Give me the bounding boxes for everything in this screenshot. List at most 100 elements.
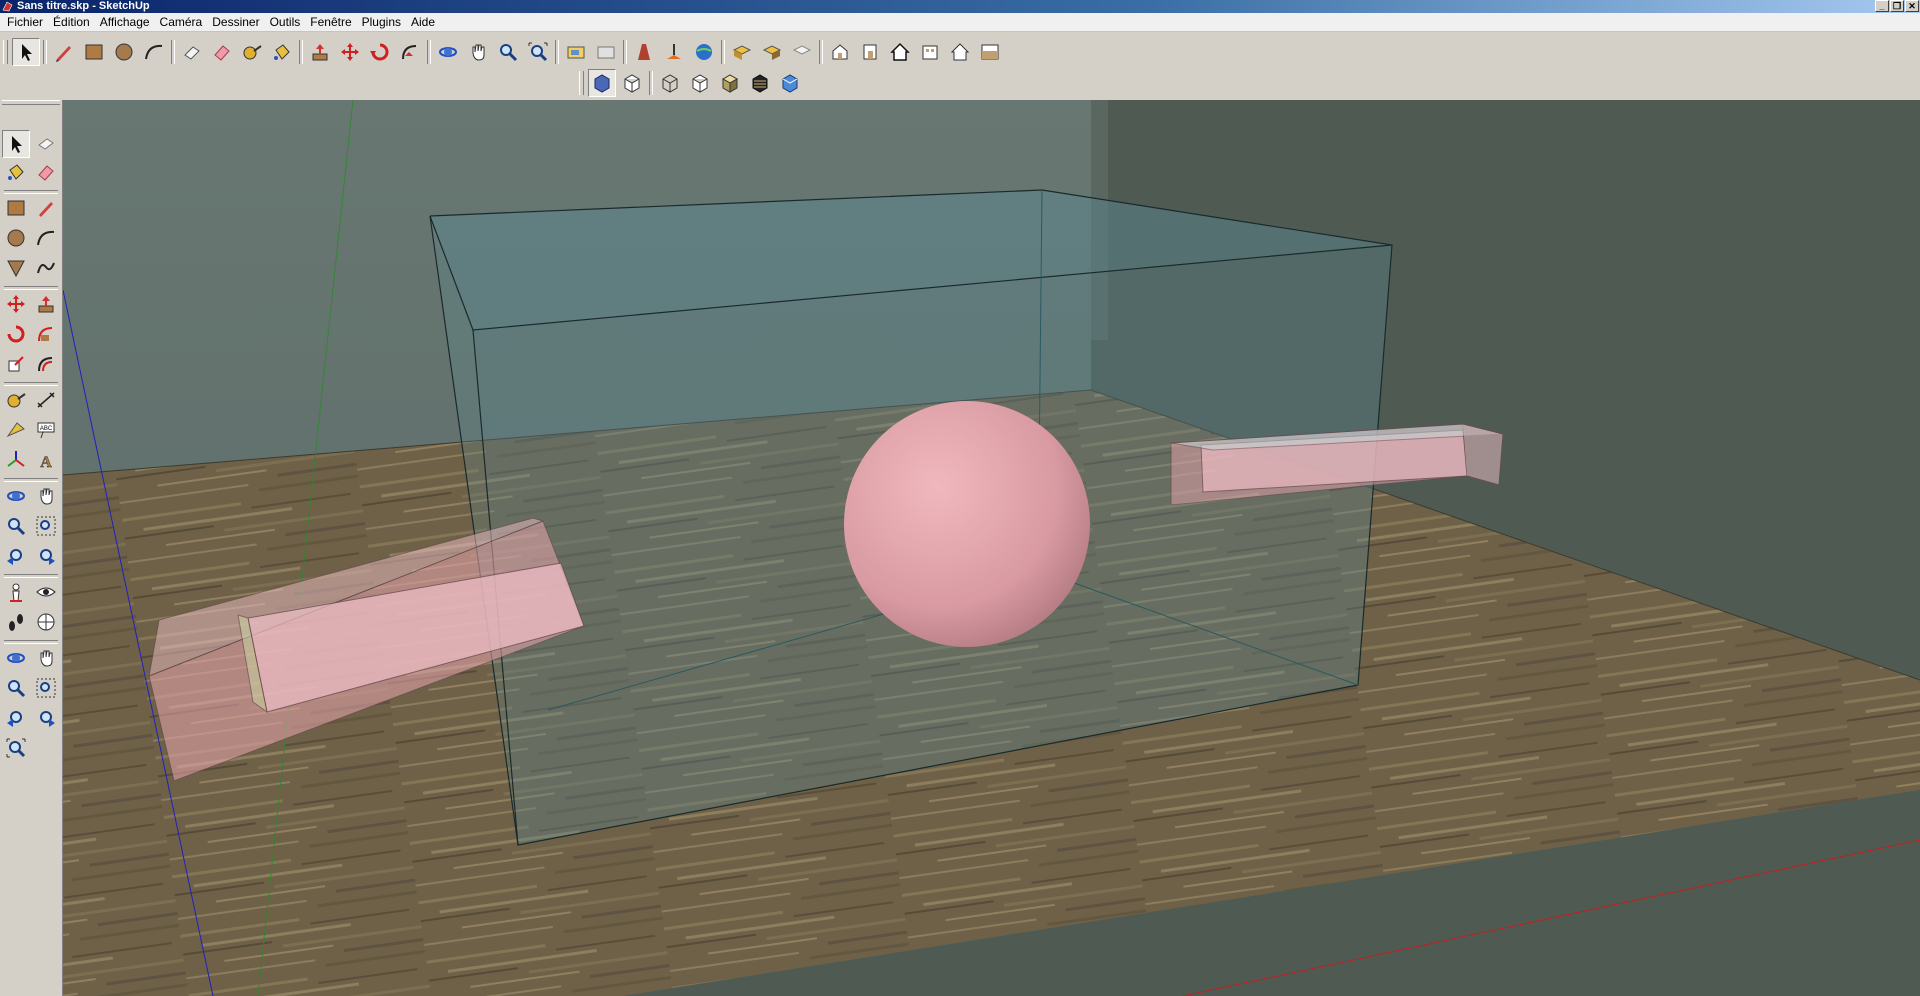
left-3d-text-button[interactable]: A [32,446,60,474]
menu-fenetre[interactable]: Fenêtre [305,13,356,32]
left-look-around-button[interactable] [32,578,60,606]
toolbar-separator [721,40,725,64]
left-axes-button[interactable] [2,446,30,474]
left-push-pull-button[interactable] [32,290,60,318]
left-text-button[interactable]: ABC [32,416,60,444]
paint-bucket-button[interactable] [268,38,296,66]
components-button[interactable] [728,38,756,66]
left-offset-button[interactable] [32,350,60,378]
left-zoom-window-2-button[interactable] [32,674,60,702]
left-line-button[interactable] [32,194,60,222]
minimize-button[interactable]: _ [1875,0,1889,12]
make-component-button[interactable] [178,38,206,66]
push-pull-icon [38,296,54,313]
share-model-button[interactable] [592,38,620,66]
pan-button[interactable] [464,38,492,66]
push-pull-button[interactable] [306,38,334,66]
menu-outils[interactable]: Outils [265,13,306,32]
left-zoom-window-button[interactable] [32,512,60,540]
line-icon [39,202,53,217]
left-position-camera-button[interactable] [2,578,30,606]
left-previous-2-button[interactable] [32,704,60,732]
menu-camera[interactable]: Caméra [155,13,208,32]
menu-edition[interactable]: Édition [48,13,95,32]
pencil-icon [56,46,71,62]
share-component-button[interactable] [758,38,786,66]
toolbar-separator [299,40,303,64]
3d-viewport[interactable] [63,100,1920,996]
iso-view-button[interactable] [826,38,854,66]
toggle-terrain-button[interactable] [660,38,688,66]
menu-aide[interactable]: Aide [406,13,440,32]
left-view-button[interactable] [946,38,974,66]
left-make-component-button[interactable] [32,130,60,158]
left-follow-me-button[interactable] [32,320,60,348]
left-orbit-2-button[interactable] [2,644,30,672]
left-polygon-button[interactable] [2,254,30,282]
left-move-button[interactable] [2,290,30,318]
left-walk-button[interactable] [2,608,30,636]
left-scale-button[interactable] [2,350,30,378]
rotate-tool-button[interactable] [366,38,394,66]
hidden-line-button[interactable] [686,69,714,97]
back-view-button[interactable] [916,38,944,66]
get-current-view-button[interactable] [630,38,658,66]
front-view-button[interactable] [856,38,884,66]
close-button[interactable]: ✕ [1905,0,1919,12]
eraser-tool-button[interactable] [208,38,236,66]
pencil-tool-button[interactable] [50,38,78,66]
left-zoom-button[interactable] [2,512,30,540]
left-circle-button[interactable] [2,224,30,252]
left-orbit-button[interactable] [2,482,30,510]
menu-affichage[interactable]: Affichage [95,13,155,32]
left-zoom-extents-2-button[interactable] [2,704,30,732]
left-pan-2-button[interactable] [32,644,60,672]
zoom-extents-button[interactable] [524,38,552,66]
3d-warehouse-button[interactable] [788,38,816,66]
toolbar-grip[interactable] [3,40,8,64]
left-select-button[interactable] [2,130,30,158]
arc-tool-button[interactable] [140,38,168,66]
follow-me-button[interactable] [396,38,424,66]
left-rectangle-button[interactable] [2,194,30,222]
toolbar-grip[interactable] [2,100,60,105]
left-protractor-button[interactable] [2,416,30,444]
monochrome-button[interactable] [776,69,804,97]
orbit-button[interactable] [434,38,462,66]
get-models-button[interactable] [562,38,590,66]
left-previous-view-button[interactable] [2,542,30,570]
right-view-button[interactable] [886,38,914,66]
left-freehand-button[interactable] [32,254,60,282]
left-next-view-button[interactable] [32,542,60,570]
toolbar-grip[interactable] [579,71,584,95]
menu-plugins[interactable]: Plugins [357,13,406,32]
left-tape-measure-button[interactable] [2,386,30,414]
add-location-button[interactable] [690,38,718,66]
select-tool-button[interactable] [12,38,40,66]
left-eraser-button[interactable] [32,158,60,186]
left-rotate-button[interactable] [2,320,30,348]
restore-button[interactable]: ❐ [1890,0,1904,12]
xray-button[interactable] [588,69,616,97]
left-dimension-button[interactable] [32,386,60,414]
menu-fichier[interactable]: Fichier [2,13,48,32]
tape-measure-button[interactable] [238,38,266,66]
zoom-button[interactable] [494,38,522,66]
shaded-textures-button[interactable] [746,69,774,97]
wireframe-button[interactable] [656,69,684,97]
window-title-bar[interactable]: Sans titre.skp - SketchUp _ ❐ ✕ [0,0,1920,13]
left-pan-button[interactable] [32,482,60,510]
left-arc-button[interactable] [32,224,60,252]
back-edges-button[interactable] [618,69,646,97]
rectangle-tool-button[interactable] [80,38,108,66]
left-section-plane-button[interactable] [32,608,60,636]
left-zoom-extents-3-button[interactable] [2,734,30,762]
left-zoom-2-button[interactable] [2,674,30,702]
menu-dessiner[interactable]: Dessiner [207,13,264,32]
move-tool-button[interactable] [336,38,364,66]
top-view-button[interactable] [976,38,1004,66]
circle-tool-button[interactable] [110,38,138,66]
pink-sphere[interactable] [844,401,1090,647]
left-paint-bucket-button[interactable] [2,158,30,186]
shaded-button[interactable] [716,69,744,97]
